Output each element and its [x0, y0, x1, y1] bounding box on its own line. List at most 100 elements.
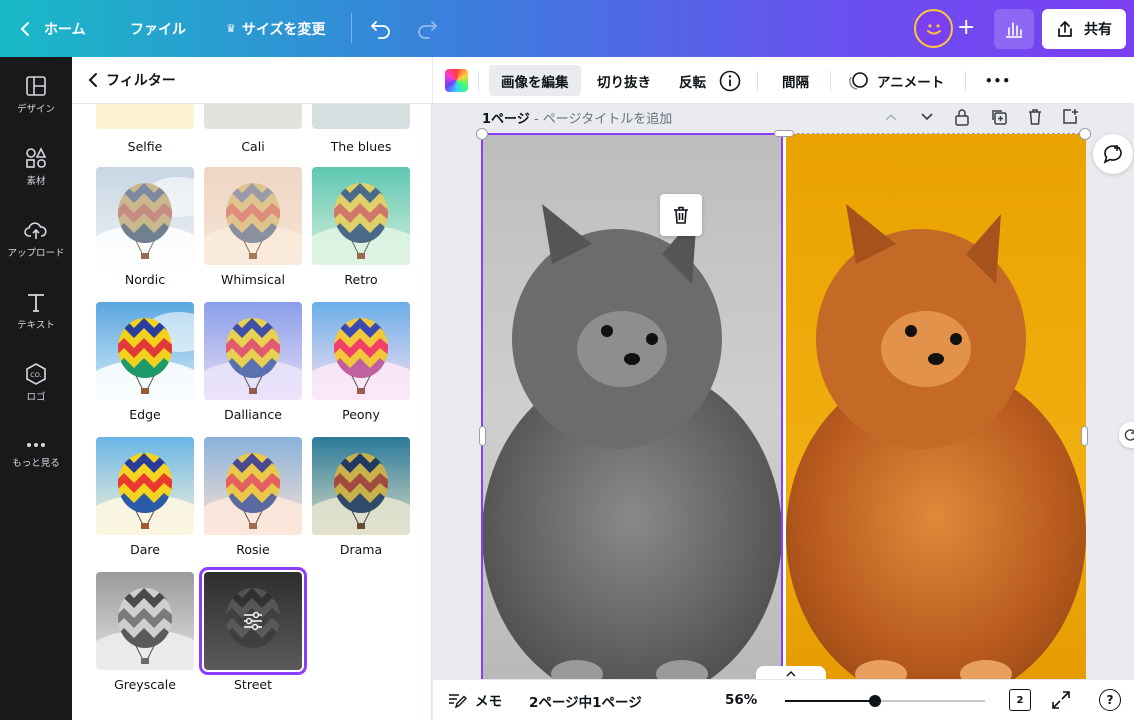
insights-button[interactable] — [994, 9, 1034, 49]
filter-item-peony[interactable]: Peony — [312, 302, 410, 422]
filter-panel-header[interactable]: フィルター — [72, 57, 432, 104]
rotate-handle[interactable] — [1119, 422, 1134, 448]
toolbar-divider — [830, 71, 831, 91]
dog-photo-greyscale[interactable] — [482, 134, 782, 679]
layout-icon — [26, 76, 46, 96]
redo-icon — [418, 21, 438, 39]
duplicate-page-button[interactable] — [988, 106, 1010, 128]
filter-thumb-blues[interactable] — [312, 104, 410, 129]
help-button[interactable]: ? — [1099, 689, 1121, 711]
add-comment-button[interactable] — [1093, 134, 1133, 174]
filter-thumb-selfie[interactable] — [96, 104, 194, 129]
filter-item-retro[interactable]: Retro — [312, 167, 410, 287]
filter-item-greyscale[interactable]: Greyscale — [96, 572, 194, 692]
logo-icon: CO. — [26, 363, 46, 385]
design-page[interactable] — [481, 133, 1086, 679]
crop-button[interactable]: 切り抜き — [585, 65, 663, 96]
edit-image-button[interactable]: 画像を編集 — [489, 65, 581, 96]
add-page-button[interactable] — [1059, 106, 1081, 128]
home-button[interactable]: ホーム — [20, 0, 86, 57]
info-button[interactable] — [719, 65, 741, 96]
chevron-up-icon — [786, 671, 796, 677]
resize-handle[interactable] — [1079, 128, 1091, 140]
filter-thumb-cali[interactable] — [204, 104, 302, 129]
filter-item-street[interactable]: Street — [199, 567, 307, 692]
filter-item-rosie[interactable]: Rosie — [204, 437, 302, 557]
svg-text:CO.: CO. — [30, 371, 41, 379]
zoom-slider-knob[interactable] — [869, 695, 881, 707]
more-icon — [27, 443, 45, 447]
zoom-slider-fill — [785, 700, 875, 702]
color-picker-button[interactable] — [445, 69, 468, 92]
balloon-image — [226, 453, 280, 529]
refresh-icon — [1124, 429, 1134, 441]
sliders-icon[interactable] — [241, 609, 265, 633]
animate-icon — [849, 71, 868, 90]
delete-page-button[interactable] — [1024, 106, 1046, 128]
balloon-image — [334, 183, 388, 259]
delete-element-button[interactable] — [660, 194, 702, 236]
share-icon — [1058, 20, 1072, 37]
page-down-button[interactable] — [916, 106, 938, 128]
undo-icon — [370, 21, 390, 39]
zoom-level[interactable]: 56% — [725, 692, 757, 708]
duplicate-icon — [992, 110, 1007, 125]
page-indicator[interactable]: 2ページ中1ページ — [529, 691, 642, 711]
rail-item-uploads[interactable]: アップロード — [0, 219, 72, 259]
filter-item-nordic[interactable]: Nordic — [96, 167, 194, 287]
panel-title: フィルター — [106, 73, 176, 89]
side-rail: デザイン 素材 アップロード テキスト CO. ロゴ もっと見る — [0, 57, 72, 720]
page-count-button[interactable]: 2 — [1009, 689, 1031, 711]
zoom-slider[interactable] — [785, 695, 985, 707]
invite-plus-button[interactable]: + — [957, 16, 975, 40]
dog-image — [786, 204, 1086, 679]
resize-handle[interactable] — [479, 426, 486, 446]
resize-handle[interactable] — [774, 130, 794, 137]
shapes-icon — [26, 147, 47, 168]
rail-item-elements[interactable]: 素材 — [0, 147, 72, 187]
rail-item-design[interactable]: デザイン — [0, 75, 72, 115]
resize-handle[interactable] — [476, 128, 488, 140]
filter-label: Selfie — [127, 139, 163, 154]
crown-icon: ♛ — [226, 22, 236, 35]
balloon-image — [118, 183, 172, 259]
resize-button[interactable]: ♛ サイズを変更 — [226, 0, 325, 57]
page-title[interactable]: 1ページ - ページタイトルを追加 — [482, 108, 672, 127]
flip-button[interactable]: 反転 — [667, 65, 718, 96]
filter-label: Whimsical — [221, 272, 285, 287]
rail-item-text[interactable]: テキスト — [0, 291, 72, 331]
filter-item-dare[interactable]: Dare — [96, 437, 194, 557]
rail-item-logo[interactable]: CO. ロゴ — [0, 363, 72, 403]
spacing-button[interactable]: 間隔 — [770, 65, 821, 96]
undo-button[interactable] — [370, 17, 392, 43]
balloon-image — [118, 318, 172, 394]
dog-photo-color[interactable] — [786, 134, 1086, 679]
avatar[interactable] — [914, 9, 953, 48]
filter-label: Cali — [241, 139, 265, 154]
more-options-button[interactable]: ••• — [973, 65, 1023, 96]
top-bar: ホーム ファイル ♛ サイズを変更 + 共有 — [0, 0, 1134, 57]
chevron-left-icon — [20, 21, 29, 36]
notes-button[interactable]: メモ — [447, 690, 502, 710]
balloon-image — [226, 318, 280, 394]
filter-item-dalliance[interactable]: Dalliance — [204, 302, 302, 422]
animate-button[interactable]: アニメート — [835, 65, 956, 96]
filter-item-whimsical[interactable]: Whimsical — [204, 167, 302, 287]
filter-panel: フィルター Selfie Cali The blues Nordic Whims… — [72, 57, 432, 720]
rail-item-more[interactable]: もっと見る — [0, 439, 72, 469]
trash-icon — [1029, 109, 1041, 125]
filter-item-edge[interactable]: Edge — [96, 302, 194, 422]
file-menu-button[interactable]: ファイル — [130, 0, 186, 57]
page-up-button[interactable] — [880, 106, 902, 128]
redo-button[interactable] — [416, 17, 438, 43]
resize-handle[interactable] — [1081, 426, 1088, 446]
home-label: ホーム — [44, 21, 86, 38]
filter-item-drama[interactable]: Drama — [312, 437, 410, 557]
toolbar-divider — [965, 71, 966, 91]
fullscreen-button[interactable] — [1051, 690, 1071, 714]
share-button[interactable]: 共有 — [1042, 9, 1126, 49]
lock-page-button[interactable] — [951, 106, 973, 128]
filter-label: Greyscale — [114, 677, 176, 692]
cloud-upload-icon — [24, 222, 47, 239]
lock-icon — [955, 109, 969, 126]
